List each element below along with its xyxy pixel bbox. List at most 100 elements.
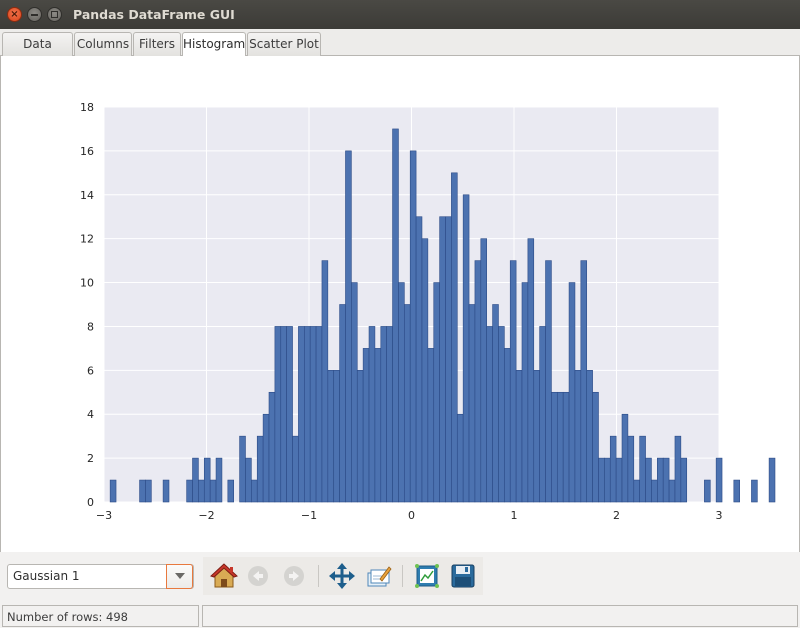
minimize-window-button[interactable] bbox=[27, 7, 42, 22]
histogram-bar bbox=[609, 435, 617, 503]
plot-navigation-toolbar bbox=[203, 557, 483, 595]
column-select-dropdown-button[interactable] bbox=[166, 564, 193, 589]
tab-bar: Data Frame Columns Filters Histogram Sca… bbox=[0, 29, 800, 73]
histogram-bar bbox=[268, 391, 276, 503]
histogram-bar bbox=[286, 326, 293, 503]
tab-scatter-plot[interactable]: Scatter Plot bbox=[247, 32, 321, 56]
histogram-bar bbox=[203, 457, 211, 503]
histogram-bar bbox=[509, 260, 517, 503]
histogram-bar bbox=[162, 479, 170, 503]
histogram-bar bbox=[209, 479, 217, 503]
y-tick-label: 10 bbox=[80, 277, 94, 290]
back-button bbox=[243, 561, 273, 591]
save-button[interactable] bbox=[448, 561, 478, 591]
histogram-bar bbox=[668, 479, 676, 503]
histogram-bar bbox=[215, 457, 223, 503]
histogram-bar bbox=[321, 260, 329, 503]
histogram-bar bbox=[556, 391, 564, 503]
home-icon bbox=[210, 563, 238, 588]
status-bar: Number of rows: 498 bbox=[0, 603, 800, 628]
histogram-bar bbox=[486, 326, 493, 503]
home-button[interactable] bbox=[209, 561, 239, 591]
status-section-empty bbox=[202, 605, 798, 627]
histogram-bar bbox=[280, 326, 287, 503]
title-bar: × Pandas DataFrame GUI bbox=[0, 0, 800, 29]
histogram-bar bbox=[474, 260, 482, 503]
tab-filters[interactable]: Filters bbox=[133, 32, 181, 56]
x-tick-label: 2 bbox=[613, 509, 620, 522]
histogram-bar bbox=[715, 457, 723, 503]
tab-data-frame[interactable]: Data Frame bbox=[2, 32, 73, 73]
histogram-bar bbox=[598, 457, 605, 503]
histogram-bar bbox=[315, 326, 323, 503]
histogram-bar bbox=[139, 479, 146, 503]
tab-columns[interactable]: Columns bbox=[74, 32, 132, 56]
histogram-bar bbox=[527, 238, 535, 503]
tab-histogram[interactable]: Histogram bbox=[182, 32, 246, 57]
histogram-bar bbox=[327, 370, 335, 503]
histogram-bar bbox=[504, 348, 511, 503]
histogram-bar bbox=[456, 413, 464, 503]
histogram-bar bbox=[292, 435, 299, 503]
histogram-bar bbox=[298, 326, 305, 503]
histogram-bar bbox=[633, 479, 640, 503]
histogram-bar bbox=[651, 479, 658, 503]
histogram-bar bbox=[356, 370, 364, 503]
histogram-bar bbox=[562, 391, 570, 503]
histogram-bar bbox=[580, 260, 588, 503]
histogram-bar bbox=[398, 282, 405, 503]
x-tick-label: −2 bbox=[198, 509, 214, 522]
histogram-panel: −3 −2 −1 0 1 2 3 0 2 4 6 8 10 12 14 16 18 bbox=[0, 56, 800, 552]
row-count-status: Number of rows: 498 bbox=[7, 610, 128, 624]
status-section-rows: Number of rows: 498 bbox=[2, 605, 199, 627]
x-tick-label: 3 bbox=[716, 509, 723, 522]
y-tick-label: 2 bbox=[87, 452, 94, 465]
histogram-bar bbox=[404, 304, 411, 503]
histogram-bar bbox=[451, 172, 458, 503]
toolbar-separator bbox=[318, 565, 319, 587]
histogram-bar bbox=[468, 304, 476, 503]
histogram-bar bbox=[621, 413, 629, 503]
histogram-bar bbox=[351, 282, 358, 503]
histogram-bar bbox=[374, 348, 382, 503]
histogram-bar bbox=[392, 128, 399, 503]
histogram-bar bbox=[515, 370, 523, 503]
histogram-bar bbox=[421, 238, 429, 503]
y-tick-label: 4 bbox=[87, 408, 94, 421]
x-tick-label: 0 bbox=[408, 509, 415, 522]
histogram-bar bbox=[751, 479, 758, 503]
histogram-bar bbox=[309, 326, 317, 503]
histogram-bar bbox=[368, 326, 376, 503]
histogram-bar bbox=[192, 457, 199, 503]
zoom-icon bbox=[367, 566, 392, 587]
column-select-value: Gaussian 1 bbox=[13, 569, 80, 583]
histogram-bar bbox=[704, 479, 711, 503]
configure-subplots-button[interactable] bbox=[412, 561, 442, 591]
histogram-bar bbox=[380, 326, 387, 503]
histogram-bar bbox=[227, 479, 235, 503]
histogram-bar bbox=[251, 479, 258, 503]
histogram-bar bbox=[639, 435, 646, 503]
histogram-bar bbox=[239, 435, 246, 503]
maximize-window-button[interactable] bbox=[47, 7, 62, 22]
histogram-bar bbox=[109, 479, 117, 503]
y-tick-label: 8 bbox=[87, 320, 94, 333]
y-tick-label: 14 bbox=[80, 189, 94, 202]
histogram-bar bbox=[480, 238, 487, 503]
histogram-bar bbox=[339, 304, 346, 503]
histogram-bar bbox=[362, 348, 370, 503]
histogram-bar bbox=[256, 435, 264, 503]
histogram-bar bbox=[245, 457, 252, 503]
histogram-bar bbox=[304, 326, 311, 503]
histogram-bar bbox=[186, 479, 193, 503]
zoom-button[interactable] bbox=[363, 561, 393, 591]
close-window-button[interactable]: × bbox=[7, 7, 22, 22]
histogram-chart[interactable]: −3 −2 −1 0 1 2 3024681012141618 bbox=[1, 56, 799, 552]
histogram-bar bbox=[427, 348, 435, 503]
histogram-bar bbox=[533, 370, 540, 503]
column-select[interactable]: Gaussian 1 bbox=[7, 564, 194, 589]
pan-button[interactable] bbox=[327, 561, 357, 591]
histogram-bar bbox=[498, 326, 505, 503]
window-title: Pandas DataFrame GUI bbox=[73, 7, 235, 22]
y-tick-label: 18 bbox=[80, 101, 94, 114]
